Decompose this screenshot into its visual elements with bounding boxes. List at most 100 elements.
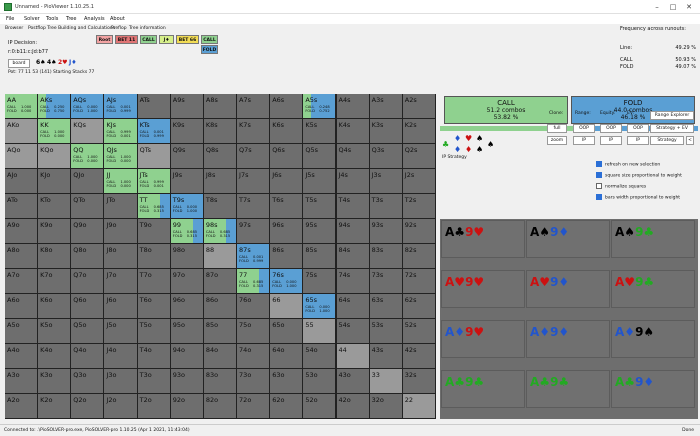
- hand-cell-64o[interactable]: 64o: [270, 344, 303, 368]
- hand-cell-kk[interactable]: CALL 1.000 FOLD 0.000 KK: [38, 119, 71, 143]
- hand-cell-63s[interactable]: 63s: [369, 294, 402, 318]
- menu-analysis[interactable]: Analysis: [84, 16, 105, 22]
- hand-cell-q3o[interactable]: Q3o: [71, 369, 104, 393]
- tab-preflop[interactable]: Preflop: [111, 26, 127, 31]
- hand-cell-k7s[interactable]: K7s: [237, 119, 270, 143]
- hand-cell-a2s[interactable]: A2s: [402, 94, 435, 118]
- hand-cell-t3s[interactable]: T3s: [369, 194, 402, 218]
- hand-cell-97s[interactable]: 97s: [237, 219, 270, 243]
- hand-cell-32s[interactable]: 32s: [402, 369, 435, 393]
- hand-cell-t9o[interactable]: T9o: [137, 219, 170, 243]
- hand-cell-k3o[interactable]: K3o: [38, 369, 71, 393]
- hand-cell-ako[interactable]: AKo: [5, 119, 38, 143]
- ev-ip-button[interactable]: IP: [627, 136, 649, 145]
- hand-cell-t4o[interactable]: T4o: [137, 344, 170, 368]
- hand-cell-94s[interactable]: 94s: [336, 219, 369, 243]
- strategy-button[interactable]: Strategy: [650, 136, 684, 145]
- hand-cell-kto[interactable]: KTo: [38, 194, 71, 218]
- minimize-button[interactable]: –: [652, 2, 662, 12]
- full-button[interactable]: full: [547, 124, 567, 133]
- hand-cell-85o[interactable]: 85o: [203, 319, 237, 343]
- hand-cell-a3o[interactable]: A3o: [5, 369, 38, 393]
- hand-cell-54o[interactable]: 54o: [303, 344, 336, 368]
- seq-card-jd[interactable]: J♦: [159, 35, 174, 44]
- hand-cell-ajo[interactable]: AJo: [5, 169, 38, 193]
- hand-cell-86o[interactable]: 86o: [203, 294, 237, 318]
- hand-cell-kts[interactable]: CALL 0.001 FOLD 0.999 KTs: [137, 119, 170, 143]
- hand-cell-55[interactable]: 55: [303, 319, 336, 343]
- combo-cell[interactable]: A♦9♥: [441, 320, 525, 358]
- hand-cell-qjo[interactable]: QJo: [71, 169, 104, 193]
- call-summary[interactable]: CALL 51.2 combos 53.82 %: [444, 96, 568, 124]
- hand-cell-kjs[interactable]: CALL 0.999 FOLD 0.001 KJs: [104, 119, 137, 143]
- hand-cell-q4o[interactable]: Q4o: [71, 344, 104, 368]
- hand-cell-87s[interactable]: CALL 0.001 FOLD 0.999 87s: [237, 244, 270, 268]
- hand-cell-94o[interactable]: 94o: [170, 344, 203, 368]
- combo-cell[interactable]: A♣9♦: [611, 370, 695, 408]
- combo-cell[interactable]: A♣9♣: [441, 370, 525, 408]
- hand-cell-j6s[interactable]: J6s: [270, 169, 303, 193]
- hand-cell-qjs[interactable]: CALL 1.000 FOLD 0.000 QJs: [104, 144, 137, 168]
- spade-suit-icon-2[interactable]: ♠: [476, 145, 483, 154]
- hand-cell-a3s[interactable]: A3s: [369, 94, 402, 118]
- hand-cell-t3o[interactable]: T3o: [137, 369, 170, 393]
- seq-root[interactable]: Root: [96, 35, 113, 44]
- strategy-ev-button[interactable]: Strategy + EV: [650, 124, 694, 133]
- hand-cell-j8s[interactable]: J8s: [203, 169, 237, 193]
- hand-cell-a5s[interactable]: CALL 0.248 FOLD 0.752 A5s: [303, 94, 336, 118]
- combo-cell[interactable]: A♣9♣: [526, 370, 610, 408]
- seq-call[interactable]: CALL: [140, 35, 157, 44]
- club-suit-icon[interactable]: ♣: [442, 140, 449, 149]
- hand-cell-j9o[interactable]: J9o: [104, 219, 137, 243]
- hand-cell-95s[interactable]: 95s: [303, 219, 336, 243]
- hand-cell-j7o[interactable]: J7o: [104, 269, 137, 293]
- hand-cell-a9o[interactable]: A9o: [5, 219, 38, 243]
- hand-cell-t8o[interactable]: T8o: [137, 244, 170, 268]
- hand-cell-62s[interactable]: 62s: [402, 294, 435, 318]
- hand-cell-64s[interactable]: 64s: [336, 294, 369, 318]
- hand-cell-ato[interactable]: ATo: [5, 194, 38, 218]
- combo-cell[interactable]: A♥9♣: [611, 270, 695, 308]
- hand-cell-54s[interactable]: 54s: [336, 319, 369, 343]
- range-ip-button[interactable]: IP: [573, 136, 595, 145]
- hand-cell-k8o[interactable]: K8o: [38, 244, 71, 268]
- square-size-checkbox[interactable]: square size proportional to weight: [596, 172, 682, 179]
- menu-tree[interactable]: Tree: [66, 16, 76, 22]
- hand-cell-33[interactable]: 33: [369, 369, 402, 393]
- hand-cell-aqo[interactable]: AQo: [5, 144, 38, 168]
- seq-bet-66[interactable]: BET 66: [176, 35, 199, 44]
- hand-cell-52s[interactable]: 52s: [402, 319, 435, 343]
- combo-cell[interactable]: A♦9♦: [526, 320, 610, 358]
- combo-cell[interactable]: A♠9♣: [611, 220, 695, 258]
- hand-cell-j8o[interactable]: J8o: [104, 244, 137, 268]
- hand-cell-k2s[interactable]: K2s: [402, 119, 435, 143]
- hand-cell-77[interactable]: CALL 0.685 FOLD 0.315 77: [237, 269, 270, 293]
- hand-cell-j6o[interactable]: J6o: [104, 294, 137, 318]
- seq-fold[interactable]: FOLD: [201, 45, 218, 54]
- hand-cell-q5o[interactable]: Q5o: [71, 319, 104, 343]
- normalize-checkbox-box[interactable]: [596, 183, 602, 189]
- refresh-checkbox-box[interactable]: [596, 161, 602, 167]
- hand-cell-96o[interactable]: 96o: [170, 294, 203, 318]
- refresh-checkbox[interactable]: refresh on new selection: [596, 161, 660, 168]
- hand-cell-84o[interactable]: 84o: [203, 344, 237, 368]
- hand-cell-32o[interactable]: 32o: [369, 394, 402, 418]
- hand-cell-jts[interactable]: CALL 0.999 FOLD 0.001 JTs: [137, 169, 170, 193]
- hand-cell-t7o[interactable]: T7o: [137, 269, 170, 293]
- hand-cell-j5o[interactable]: J5o: [104, 319, 137, 343]
- hand-cell-j5s[interactable]: J5s: [303, 169, 336, 193]
- hand-cell-jto[interactable]: JTo: [104, 194, 137, 218]
- hand-cell-k9o[interactable]: K9o: [38, 219, 71, 243]
- hand-cell-j2s[interactable]: J2s: [402, 169, 435, 193]
- hand-cell-ajs[interactable]: CALL 0.001 FOLD 0.999 AJs: [104, 94, 137, 118]
- ev-oop-button[interactable]: OOP: [627, 124, 649, 133]
- hand-cell-t7s[interactable]: T7s: [237, 194, 270, 218]
- hand-cell-t6s[interactable]: T6s: [270, 194, 303, 218]
- spade-suit-icon-3[interactable]: ♠: [487, 140, 494, 149]
- hand-cell-a4o[interactable]: A4o: [5, 344, 38, 368]
- hand-cell-a6o[interactable]: A6o: [5, 294, 38, 318]
- hand-cell-t6o[interactable]: T6o: [137, 294, 170, 318]
- combo-cell[interactable]: A♣9♥: [441, 220, 525, 258]
- hand-cell-q4s[interactable]: Q4s: [336, 144, 369, 168]
- hand-cell-53s[interactable]: 53s: [369, 319, 402, 343]
